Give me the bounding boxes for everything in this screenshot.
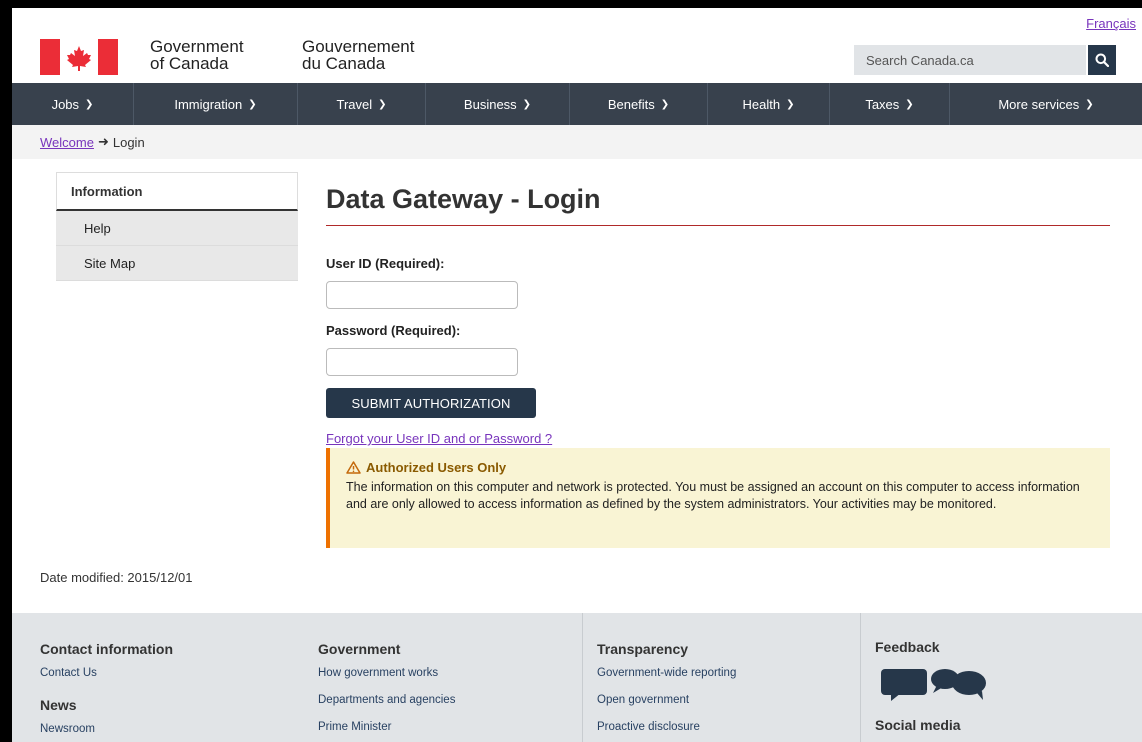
sidebar-heading: Information xyxy=(56,172,298,211)
footer-transparency-column: Transparency Government-wide reporting O… xyxy=(582,613,861,742)
nav-item-label: Business xyxy=(463,96,517,112)
signature-fr-line1: Gouvernement xyxy=(302,37,415,56)
nav-item-immigration[interactable]: Immigration ❯ xyxy=(134,83,298,125)
footer-how-government-works-link[interactable]: How government works xyxy=(318,667,438,679)
main-content: Data Gateway - Login User ID (Required):… xyxy=(326,172,1110,548)
warning-icon xyxy=(346,461,361,474)
breadcrumb-current: Login xyxy=(112,134,145,150)
nav-item-taxes[interactable]: Taxes ❯ xyxy=(830,83,950,125)
page: Français Government of Canada Gouverneme… xyxy=(12,8,1142,742)
footer-feedback-heading[interactable]: Feedback xyxy=(875,639,940,655)
footer-departments-link[interactable]: Departments and agencies xyxy=(318,694,455,706)
canada-flag-logo xyxy=(40,39,118,75)
chevron-down-icon: ❯ xyxy=(522,98,532,110)
breadcrumb-welcome-link[interactable]: Welcome xyxy=(40,135,94,150)
sidebar: Information Help Site Map xyxy=(56,172,298,281)
nav-item-label: Immigration xyxy=(174,96,243,112)
password-field[interactable] xyxy=(326,348,518,376)
nav-item-more-services[interactable]: More services ❯ xyxy=(950,83,1142,125)
nav-item-travel[interactable]: Travel ❯ xyxy=(298,83,426,125)
authorized-users-alert: Authorized Users Only The information on… xyxy=(326,448,1110,548)
feedback-icon[interactable] xyxy=(879,665,991,701)
footer-news-heading: News xyxy=(40,697,77,713)
chevron-down-icon: ❯ xyxy=(786,98,795,110)
password-label: Password (Required): xyxy=(326,323,461,338)
nav-item-jobs[interactable]: Jobs ❯ xyxy=(12,83,134,125)
footer-proactive-disclosure-link[interactable]: Proactive disclosure xyxy=(597,721,700,733)
page-title: Data Gateway - Login xyxy=(326,172,1110,226)
footer-contact-heading: Contact information xyxy=(40,641,173,657)
nav-item-label: Travel xyxy=(336,96,373,112)
signature-fr-line2: du Canada xyxy=(302,54,386,73)
nav-item-business[interactable]: Business ❯ xyxy=(426,83,570,125)
language-toggle-link[interactable]: Français xyxy=(1086,16,1136,31)
nav-item-health[interactable]: Health ❯ xyxy=(708,83,830,125)
footer-transparency-heading: Transparency xyxy=(597,641,689,657)
main-menu: Jobs ❯ Immigration ❯ Travel ❯ Business ❯ Ben… xyxy=(12,83,1142,125)
chevron-down-icon: ❯ xyxy=(905,98,914,110)
alert-title-text: Authorized Users Only xyxy=(366,460,507,475)
chevron-down-icon: ❯ xyxy=(1085,98,1094,110)
signature-en-line1: Government xyxy=(150,37,244,56)
nav-item-label: Benefits xyxy=(607,96,655,112)
userid-field[interactable] xyxy=(326,281,518,309)
sidebar-item-site-map[interactable]: Site Map xyxy=(56,246,298,281)
nav-item-benefits[interactable]: Benefits ❯ xyxy=(570,83,708,125)
search-button[interactable] xyxy=(1088,45,1116,75)
nav-item-label: More services xyxy=(998,96,1080,112)
arrow-right-icon: ➜ xyxy=(97,134,109,149)
alert-title: Authorized Users Only xyxy=(346,460,1096,475)
search-icon xyxy=(1095,53,1109,67)
footer-government-heading: Government xyxy=(318,641,401,657)
government-of-canada-signature-en[interactable]: Government of Canada xyxy=(150,38,244,72)
footer-prime-minister-link[interactable]: Prime Minister xyxy=(318,721,391,733)
breadcrumb: Welcome ➜ Login xyxy=(12,125,1142,159)
search-input[interactable] xyxy=(854,45,1086,75)
userid-label: User ID (Required): xyxy=(326,256,445,271)
footer-government-column: Government How government works Departme… xyxy=(318,613,582,742)
chevron-down-icon: ❯ xyxy=(85,98,94,110)
submit-authorization-button[interactable]: SUBMIT AUTHORIZATION xyxy=(326,388,536,418)
footer-open-government-link[interactable]: Open government xyxy=(597,694,689,706)
chevron-down-icon: ❯ xyxy=(660,98,670,110)
nav-item-label: Taxes xyxy=(865,96,900,112)
footer-social-media-heading: Social media xyxy=(875,717,961,733)
signature-en-line2: of Canada xyxy=(150,54,229,73)
footer-newsroom-link[interactable]: Newsroom xyxy=(40,723,95,735)
date-modified: Date modified: 2015/12/01 xyxy=(40,570,193,585)
sidebar-item-help[interactable]: Help xyxy=(56,211,298,246)
nav-item-label: Jobs xyxy=(51,96,80,112)
footer-contact-us-link[interactable]: Contact Us xyxy=(40,667,97,679)
footer: Contact information Contact Us News News… xyxy=(12,613,1142,742)
chevron-down-icon: ❯ xyxy=(378,98,387,110)
footer-contact-column: Contact information Contact Us News News… xyxy=(40,613,290,742)
nav-item-label: Health xyxy=(742,96,781,112)
alert-body: The information on this computer and net… xyxy=(346,480,1080,511)
chevron-down-icon: ❯ xyxy=(248,98,257,110)
footer-government-wide-reporting-link[interactable]: Government-wide reporting xyxy=(597,667,736,679)
government-of-canada-signature-fr[interactable]: Gouvernement du Canada xyxy=(302,38,414,72)
footer-feedback-column: Feedback Social media xyxy=(860,613,1142,742)
forgot-credentials-link[interactable]: Forgot your User ID and or Password ? xyxy=(326,431,552,446)
